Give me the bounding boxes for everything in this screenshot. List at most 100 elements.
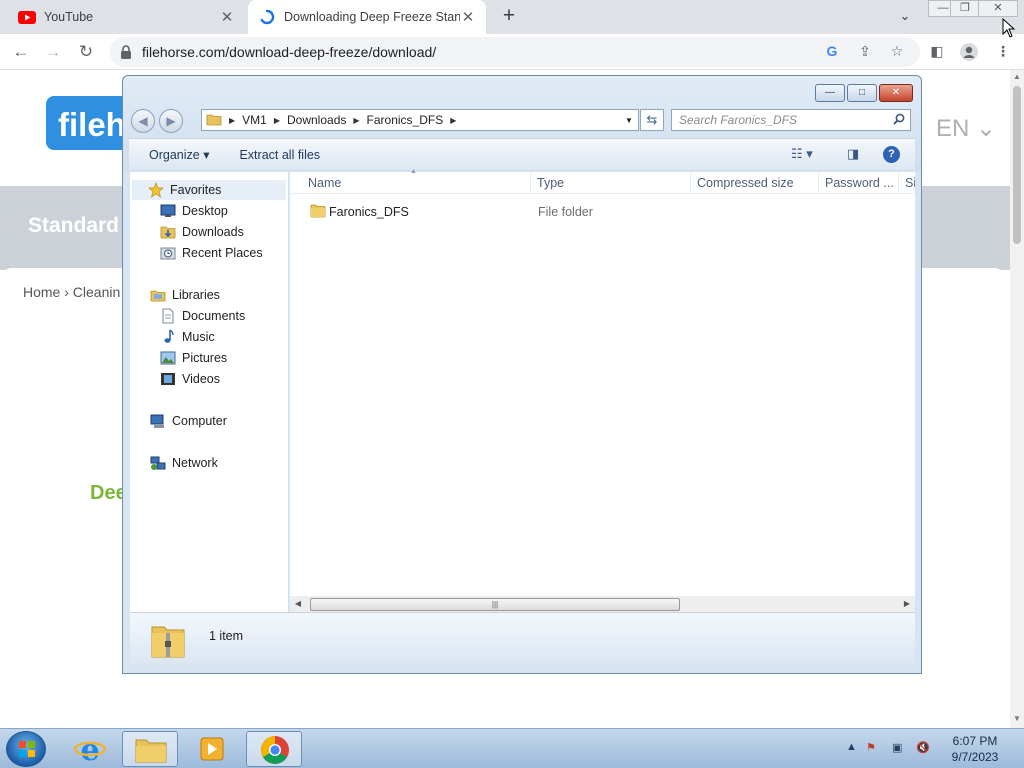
column-name[interactable]: Name [302,172,531,194]
computer-icon [150,413,166,429]
scroll-down-arrow-icon[interactable]: ▼ [1010,714,1024,723]
address-bar[interactable]: filehorse.com/download-deep-freeze/downl… [110,37,920,67]
network-status-icon[interactable]: ▣ [892,741,902,754]
file-list: Name Type Compressed size Password ... S… [290,168,915,612]
address-dropdown-icon[interactable]: ▼ [620,116,638,125]
forward-arrow-icon[interactable]: → [42,41,64,63]
language-selector[interactable]: EN ⌄ [936,114,996,143]
file-explorer-taskbar-icon[interactable] [122,731,178,767]
side-panel-icon[interactable]: ◧ [928,43,946,61]
nav-pictures[interactable]: Pictures [160,348,227,368]
nav-computer[interactable]: Computer [150,411,227,431]
scrollbar-thumb[interactable] [1013,86,1021,244]
nav-videos[interactable]: Videos [160,369,220,389]
nav-desktop[interactable]: Desktop [160,201,228,221]
scroll-right-arrow-icon[interactable]: ▶ [899,596,915,612]
menu-kebab-icon[interactable]: ⋮ [994,43,1012,61]
back-arrow-icon[interactable]: ← [10,41,32,63]
page-scrollbar[interactable]: ▲ ▼ [1010,70,1024,728]
nav-label: Libraries [172,288,220,302]
search-icon[interactable] [893,113,905,128]
column-type[interactable]: Type [531,172,691,194]
start-button-windows-icon[interactable] [6,731,46,767]
table-row[interactable]: Faronics_DFS File folder [290,202,915,222]
reload-icon[interactable]: ↻ [75,41,97,63]
address-segment-vm1[interactable]: VM1 [238,113,271,127]
nav-label: Music [182,330,215,344]
refresh-icon[interactable]: ⇆ [640,109,664,131]
explorer-close-button[interactable]: ✕ [879,84,913,102]
restore-window-button[interactable]: ❐ [950,0,980,17]
clock-time: 6:07 PM [952,734,998,748]
pictures-icon [160,350,176,366]
nav-label: Desktop [182,204,228,218]
column-password[interactable]: Password ... [819,172,899,194]
explorer-minimize-button[interactable]: — [815,84,845,102]
nav-network[interactable]: Network [150,453,218,473]
downloads-folder-icon [160,224,176,240]
nav-label: Recent Places [182,246,263,260]
details-pane: 1 item [130,612,915,666]
action-center-flag-icon[interactable]: ⚑ [866,741,876,754]
scroll-left-arrow-icon[interactable]: ◀ [290,596,306,612]
scrollbar-thumb[interactable]: ||| [310,598,680,611]
desktop-icon [160,203,176,219]
column-compressed-size[interactable]: Compressed size [691,172,819,194]
horizontal-scrollbar[interactable]: ◀ ||| ▶ [290,596,915,612]
search-placeholder: Search Faronics_DFS [679,113,798,127]
address-segment-faronics[interactable]: Faronics_DFS [363,113,448,127]
logo-text: fileh [58,106,126,143]
system-clock[interactable]: 6:07 PM 9/7/2023 [940,733,1010,765]
nav-downloads[interactable]: Downloads [160,222,244,242]
search-input[interactable]: Search Faronics_DFS [671,109,911,131]
music-note-icon [160,329,176,345]
tab-youtube[interactable]: YouTube ✕ [8,0,245,34]
libraries-icon [150,287,166,303]
navigation-pane: Favorites Desktop Downloads Recent Place… [130,172,289,612]
nav-libraries[interactable]: Libraries [150,285,220,305]
nav-recent-places[interactable]: Recent Places [160,243,263,263]
explorer-address-bar[interactable]: ▶ VM1 ▶ Downloads ▶ Faronics_DFS ▶ ▼ [201,109,639,131]
breadcrumb-arrow-icon[interactable]: ▶ [350,116,362,125]
profile-avatar-icon[interactable] [960,43,978,61]
preview-pane-icon[interactable]: ◨ [847,146,859,162]
explorer-maximize-button[interactable]: □ [847,84,877,102]
tab-filehorse[interactable]: Downloading Deep Freeze Stand ✕ [248,0,486,34]
breadcrumb-arrow-icon[interactable]: ▶ [226,116,238,125]
share-icon[interactable]: ⇪ [856,43,874,61]
back-forward-group: ◀ ▶ [131,109,189,133]
new-tab-button[interactable]: + [498,5,520,28]
sort-ascending-icon: ▲ [410,168,417,175]
media-player-icon[interactable] [184,731,240,767]
google-icon[interactable]: G [823,43,841,61]
scroll-up-arrow-icon[interactable]: ▲ [1010,72,1024,81]
breadcrumb-arrow-icon[interactable]: ▶ [447,116,459,125]
breadcrumb[interactable]: Home › Cleanin [23,284,120,300]
show-hidden-icons-arrow-icon[interactable]: ▲ [846,741,857,753]
folder-icon [310,203,326,221]
internet-explorer-icon[interactable]: e [62,731,118,768]
nav-music[interactable]: Music [160,327,215,347]
forward-arrow-icon[interactable]: ▶ [159,109,183,133]
back-arrow-icon[interactable]: ◀ [131,109,155,133]
bookmark-star-icon[interactable]: ☆ [888,43,906,61]
breadcrumb-arrow-icon[interactable]: ▶ [271,116,283,125]
tab-search-icon[interactable]: ⌄ [896,8,914,26]
nav-documents[interactable]: Documents [160,306,245,326]
organize-menu-button[interactable]: Organize ▾ [129,147,229,162]
help-icon[interactable]: ? [883,146,900,163]
address-segment-downloads[interactable]: Downloads [283,113,350,127]
view-options-icon[interactable]: ☷ ▾ [791,146,813,162]
chrome-taskbar-icon[interactable] [246,731,302,767]
nav-favorites[interactable]: Favorites [132,180,286,200]
nav-label: Favorites [170,183,222,197]
extract-all-button[interactable]: Extract all files [229,148,340,162]
close-window-button[interactable]: ✕ [978,0,1018,17]
volume-muted-icon[interactable]: 🔇 [916,741,930,754]
close-tab-icon[interactable]: ✕ [460,8,476,26]
column-headers: Name Type Compressed size Password ... S… [290,168,915,194]
column-size[interactable]: Si [899,172,915,194]
close-tab-icon[interactable]: ✕ [219,8,235,26]
tab-title: YouTube [44,10,94,24]
zip-folder-icon [150,621,186,662]
